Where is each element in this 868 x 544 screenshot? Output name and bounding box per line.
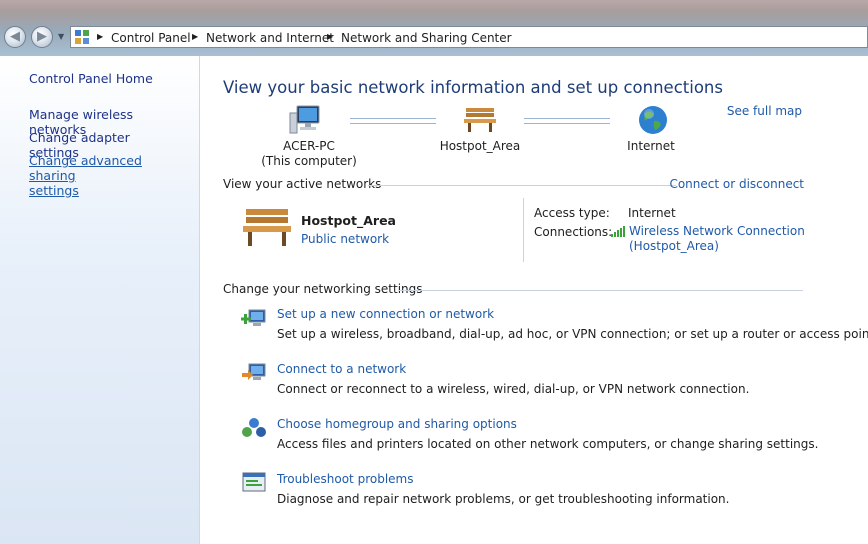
connections-label: Connections:	[534, 225, 613, 239]
main-content: View your basic network information and …	[201, 56, 868, 544]
connect-or-disconnect-link[interactable]: Connect or disconnect	[669, 177, 804, 191]
connect-to-network-link[interactable]: Connect to a network	[277, 362, 406, 376]
breadcrumb-network-and-internet[interactable]: Network and Internet	[206, 31, 334, 45]
internet-node-label: Internet	[627, 139, 675, 153]
back-arrow-icon: ◀	[10, 29, 20, 44]
see-full-map-link[interactable]: See full map	[727, 104, 802, 118]
breadcrumb-separator-icon[interactable]: ▶	[327, 32, 333, 41]
new-connection-icon	[241, 309, 266, 326]
title-bar: ◀ ▶ ▼ ▶ Control Panel ▶ Network and Inte…	[0, 0, 868, 56]
change-advanced-sharing-settings-link[interactable]: Change advanced sharing settings	[29, 153, 179, 198]
breadcrumb-network-and-sharing-center[interactable]: Network and Sharing Center	[341, 31, 512, 45]
computer-sub: (This computer)	[261, 154, 357, 168]
breadcrumb-control-panel[interactable]: Control Panel	[111, 31, 191, 45]
change-advanced-sharing-line2[interactable]: settings	[29, 183, 79, 198]
troubleshoot-problems-desc: Diagnose and repair network problems, or…	[277, 492, 730, 506]
access-type-value: Internet	[628, 206, 676, 220]
network-node-label: Hostpot_Area	[439, 139, 521, 153]
active-networks-heading: View your active networks	[223, 177, 382, 191]
computer-name: ACER-PC	[283, 139, 335, 153]
setup-new-connection-desc: Set up a wireless, broadband, dial-up, a…	[277, 327, 868, 341]
active-network-name: Hostpot_Area	[301, 213, 396, 228]
bench-icon[interactable]	[241, 206, 293, 248]
homegroup-icon	[242, 418, 266, 437]
signal-strength-icon	[611, 226, 625, 237]
change-advanced-sharing-line1[interactable]: Change advanced sharing	[29, 153, 142, 183]
troubleshoot-problems-link[interactable]: Troubleshoot problems	[277, 472, 413, 486]
computer-icon	[289, 105, 320, 134]
access-type-label: Access type:	[534, 206, 610, 220]
divider	[399, 290, 803, 291]
connect-to-network-desc: Connect or reconnect to a wireless, wire…	[277, 382, 750, 396]
computer-node-label: ACER-PC (This computer)	[257, 139, 361, 169]
control-panel-icon	[75, 30, 89, 44]
troubleshoot-icon	[242, 472, 266, 492]
divider	[523, 198, 524, 262]
setup-new-connection-link[interactable]: Set up a new connection or network	[277, 307, 494, 321]
bench-icon[interactable]	[463, 106, 497, 134]
control-panel-home-link[interactable]: Control Panel Home	[29, 71, 153, 86]
map-connection-line	[524, 118, 610, 124]
map-connection-line	[350, 118, 436, 124]
recent-pages-dropdown-icon[interactable]: ▼	[58, 32, 64, 41]
divider	[368, 185, 676, 186]
globe-icon[interactable]	[637, 104, 669, 136]
page-title: View your basic network information and …	[223, 78, 723, 97]
address-bar[interactable]: ▶ Control Panel ▶ Network and Internet ▶…	[70, 26, 868, 48]
homegroup-sharing-desc: Access files and printers located on oth…	[277, 437, 819, 451]
homegroup-sharing-link[interactable]: Choose homegroup and sharing options	[277, 417, 517, 431]
forward-arrow-icon: ▶	[37, 29, 47, 44]
wireless-network-connection-link[interactable]: Wireless Network Connection (Hostpot_Are…	[629, 224, 805, 254]
connection-line2[interactable]: (Hostpot_Area)	[629, 239, 719, 253]
connect-network-icon	[242, 363, 266, 380]
task-pane: Control Panel Home Manage wireless netwo…	[0, 56, 200, 544]
breadcrumb-separator-icon[interactable]: ▶	[97, 32, 103, 41]
forward-button[interactable]: ▶	[31, 26, 53, 48]
connection-line1[interactable]: Wireless Network Connection	[629, 224, 805, 238]
back-button[interactable]: ◀	[4, 26, 26, 48]
networking-settings-heading: Change your networking settings	[223, 282, 423, 296]
breadcrumb-separator-icon[interactable]: ▶	[192, 32, 198, 41]
network-type-link[interactable]: Public network	[301, 232, 389, 246]
